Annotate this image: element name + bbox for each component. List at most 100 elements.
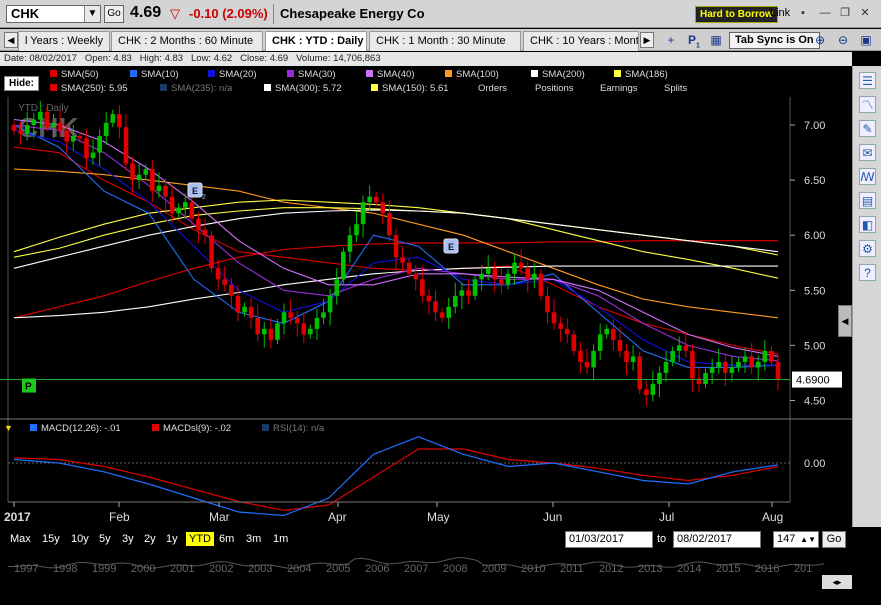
candle-body	[604, 328, 610, 335]
zoom-out-icon[interactable]: ⊖	[835, 32, 851, 48]
candle-body	[288, 312, 293, 318]
close-icon[interactable]: ✕	[858, 6, 872, 20]
divider	[273, 4, 274, 24]
minimize-icon[interactable]: —	[818, 6, 832, 20]
chart-type-icon[interactable]: 〽	[859, 96, 876, 113]
link-color-icon[interactable]: ▪	[796, 6, 810, 20]
link-button[interactable]: Link	[770, 7, 790, 19]
legend-swatch	[130, 70, 137, 77]
alerts-icon[interactable]: ✉	[859, 144, 876, 161]
info-volume: Volume: 14,706,863	[296, 53, 381, 64]
legend-item-3[interactable]: SMA(30)	[287, 69, 335, 80]
range-navigator[interactable]: 1997 1998 1999 2000 2001 2002 2003 2004 2005 2006…	[0, 553, 852, 575]
candle-body	[156, 185, 162, 192]
legend-item-1[interactable]: SMA(10)	[130, 69, 178, 80]
legend-item-0[interactable]: SMA(50)	[50, 69, 98, 80]
tab-2months-60min[interactable]: CHK : 2 Months : 60 Minute	[111, 31, 263, 51]
date-from-input[interactable]: 01/03/2017	[565, 531, 653, 548]
range-3m[interactable]: 3m	[246, 533, 261, 545]
range-1m[interactable]: 1m	[273, 533, 288, 545]
candle-body	[637, 356, 642, 390]
candle-body	[163, 185, 168, 197]
candle-body	[294, 317, 300, 324]
hide-button[interactable]: Hide:	[4, 76, 39, 91]
candle-body	[182, 202, 188, 208]
navigator-year-label: 2013	[638, 563, 662, 575]
legend-item-7[interactable]: SMA(186)	[614, 69, 668, 80]
candle-body	[420, 279, 425, 296]
range-ytd[interactable]: YTD	[186, 532, 214, 546]
candle-body	[426, 295, 432, 302]
tab-1month-30min[interactable]: CHK : 1 Month : 30 Minute	[369, 31, 521, 51]
macd-zero-label: 0.00	[804, 458, 825, 470]
candle-body	[261, 328, 267, 335]
range-6m[interactable]: 6m	[219, 533, 234, 545]
restore-icon[interactable]: ❐	[838, 6, 852, 20]
candle-body	[327, 295, 333, 313]
chevron-down-icon[interactable]: ▼	[84, 6, 100, 22]
legend-item-b-0[interactable]: SMA(250): 5.95	[50, 83, 128, 94]
candle-body	[775, 361, 781, 380]
range-1y[interactable]: 1y	[166, 533, 178, 545]
legend-item-4[interactable]: SMA(40)	[366, 69, 414, 80]
legend-item-5[interactable]: SMA(100)	[445, 69, 499, 80]
tab-sync-button[interactable]: Tab Sync is On	[729, 32, 820, 49]
bars-count-stepper[interactable]: 147 ▲▼	[773, 531, 819, 548]
add-tab-icon[interactable]: +	[663, 32, 679, 48]
candle-body	[360, 202, 366, 225]
range-max[interactable]: Max	[10, 533, 31, 545]
range-15y[interactable]: 15y	[42, 533, 60, 545]
legend-item-b-6[interactable]: Earnings	[600, 83, 638, 94]
tab-scroll-right-icon[interactable]: ▶	[640, 32, 654, 48]
drawing-tools-icon[interactable]: ✎	[859, 120, 876, 137]
layout-icon[interactable]: P1	[686, 32, 702, 49]
range-5y[interactable]: 5y	[99, 533, 111, 545]
tab-10years-month[interactable]: CHK : 10 Years : Month	[523, 31, 639, 51]
candle-body	[347, 235, 353, 252]
grid-icon[interactable]: ▦	[708, 32, 724, 48]
collapse-panel-icon[interactable]: ◀	[838, 305, 852, 337]
last-price: 4.69	[130, 4, 162, 21]
range-10y[interactable]: 10y	[71, 533, 89, 545]
legend-item-b-4[interactable]: Orders	[478, 83, 507, 94]
stepper-icon[interactable]: ▲▼	[800, 532, 818, 547]
y-tick-label: 5.50	[804, 285, 825, 297]
studies-icon[interactable]: ꟿ	[859, 168, 876, 185]
go-button[interactable]: Go	[104, 5, 124, 23]
earnings-marker-label: E	[448, 242, 454, 252]
help-icon[interactable]: ?	[859, 264, 876, 281]
range-2y[interactable]: 2y	[144, 533, 156, 545]
hard-to-borrow-badge[interactable]: Hard to Borrow	[695, 6, 778, 23]
legend-item-b-2[interactable]: SMA(300): 5.72	[264, 83, 342, 94]
color-scheme-icon[interactable]: ◧	[859, 216, 876, 233]
legend-item-6[interactable]: SMA(200)	[531, 69, 585, 80]
settings-gear-icon[interactable]: ⚙	[859, 240, 876, 257]
zoom-in-icon[interactable]: ⊕	[812, 32, 828, 48]
legend-item-b-5[interactable]: Positions	[535, 83, 574, 94]
navigator-scroll-icon[interactable]: ◂▸	[822, 575, 852, 589]
x-tick-label: Jun	[543, 510, 562, 524]
range-3y[interactable]: 3y	[122, 533, 134, 545]
legend-item-b-1[interactable]: SMA(235): n/a	[160, 83, 232, 94]
tab-scroll-left-icon[interactable]: ◀	[4, 32, 18, 48]
navigator-year-label: 2005	[326, 563, 350, 575]
navigator-year-label: 2014	[677, 563, 701, 575]
templates-icon[interactable]: ▤	[859, 192, 876, 209]
save-icon[interactable]: ▣	[858, 32, 874, 48]
candle-body	[538, 273, 544, 296]
legend-item-b-3[interactable]: SMA(150): 5.61	[371, 83, 449, 94]
candle-body	[769, 350, 774, 362]
date-to-input[interactable]: 08/02/2017	[673, 531, 761, 548]
window-list-icon[interactable]: ☰	[859, 72, 876, 89]
legend-item-2[interactable]: SMA(20)	[208, 69, 256, 80]
legend-item-b-7[interactable]: Splits	[664, 83, 687, 94]
ohlc-info-bar: Date: 08/02/2017 Open: 4.83 High: 4.83 L…	[0, 52, 852, 66]
info-date: Date: 08/02/2017	[4, 53, 77, 64]
tab-ytd-daily[interactable]: CHK : YTD : Daily	[265, 31, 367, 51]
price-chart[interactable]: CHKYTD : Daily7.006.506.005.505.004.504.…	[0, 97, 852, 527]
tab-years-weekly[interactable]: l Years : Weekly	[18, 31, 110, 51]
candle-body	[31, 119, 37, 126]
symbol-input[interactable]: CHK ▼	[6, 5, 101, 23]
range-go-button[interactable]: Go	[822, 531, 846, 548]
candle-body	[452, 295, 458, 307]
